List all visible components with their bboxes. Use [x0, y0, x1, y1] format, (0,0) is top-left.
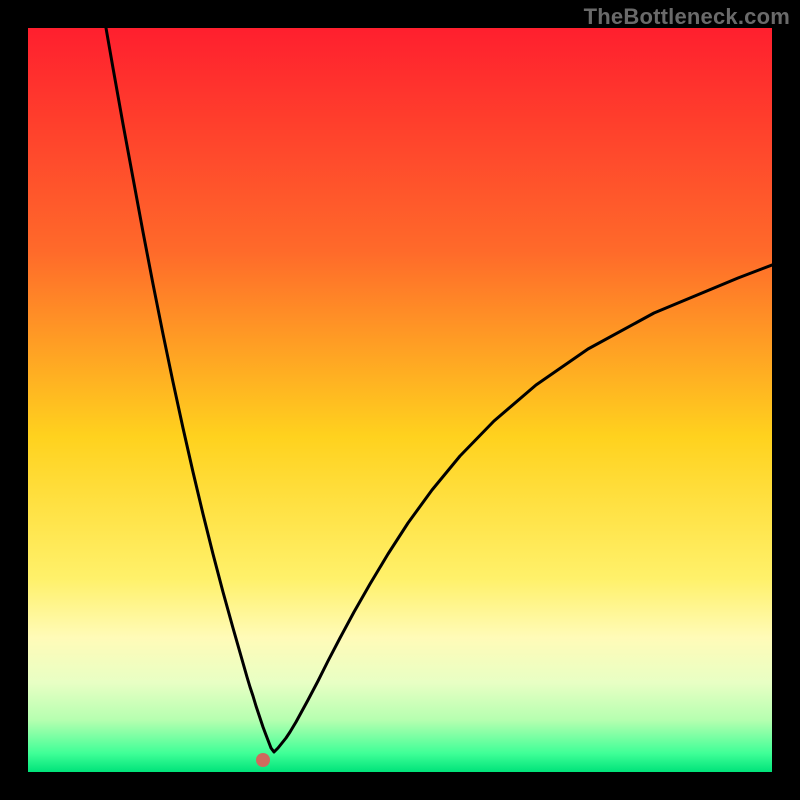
- chart-frame: TheBottleneck.com: [0, 0, 800, 800]
- plot-area: [28, 28, 772, 772]
- watermark-text: TheBottleneck.com: [584, 4, 790, 30]
- chart-svg: [28, 28, 772, 772]
- min-point-marker: [256, 753, 270, 767]
- gradient-background: [28, 28, 772, 772]
